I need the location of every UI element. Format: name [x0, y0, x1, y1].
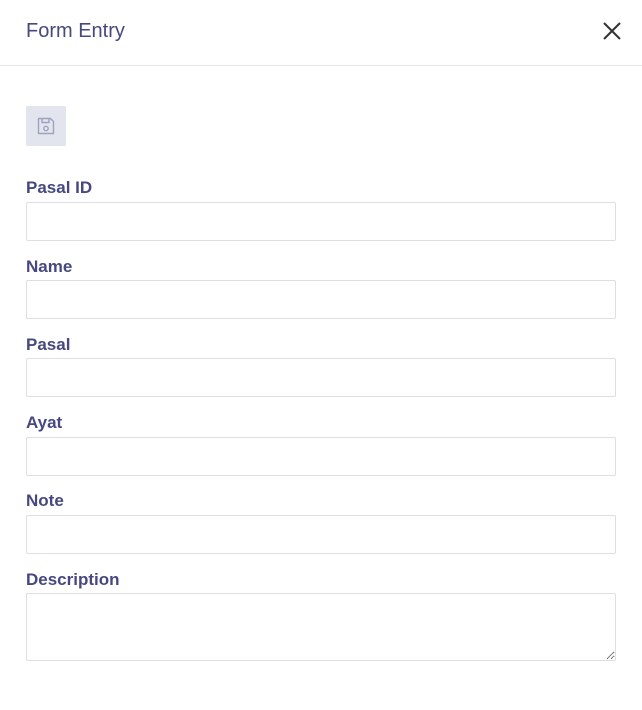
ayat-input[interactable]	[26, 437, 616, 476]
note-label: Note	[26, 491, 64, 510]
close-icon	[603, 22, 621, 40]
name-label: Name	[26, 257, 73, 276]
ayat-label: Ayat	[26, 413, 63, 432]
floppy-disk-icon	[37, 117, 55, 135]
name-input[interactable]	[26, 280, 616, 319]
pasal-id-label: Pasal ID	[26, 178, 93, 197]
pasal-input[interactable]	[26, 358, 616, 397]
description-label: Description	[26, 570, 120, 589]
dialog-header: Form Entry	[0, 0, 642, 66]
save-button[interactable]	[26, 106, 66, 146]
description-textarea[interactable]	[26, 593, 616, 661]
pasal-id-input[interactable]	[26, 202, 616, 241]
pasal-label: Pasal	[26, 335, 71, 354]
dialog-title: Form Entry	[26, 20, 125, 42]
note-input[interactable]	[26, 515, 616, 554]
close-button[interactable]	[600, 19, 624, 43]
